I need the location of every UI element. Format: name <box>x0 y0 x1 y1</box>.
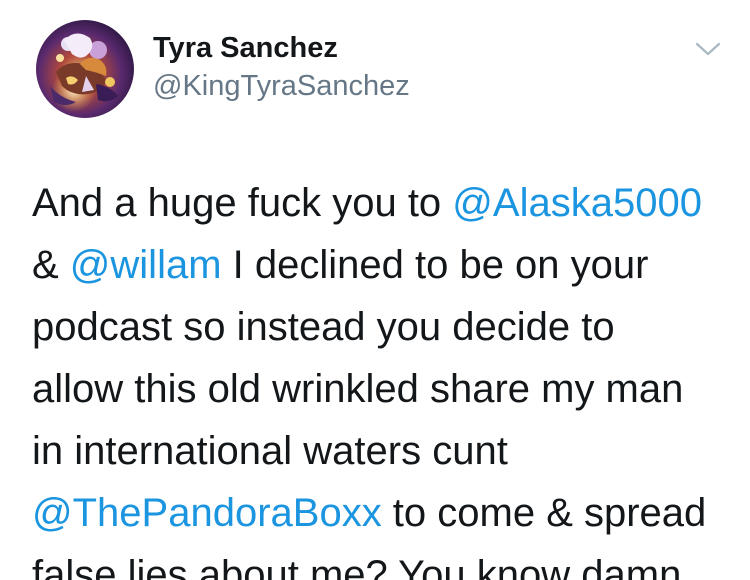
tweet-line: in international waters cunt <box>32 420 732 482</box>
mention-link[interactable]: @willam <box>70 243 222 287</box>
tweet-line: podcast so instead you decide to <box>32 296 732 358</box>
tweet-menu-button[interactable] <box>690 34 726 64</box>
tweet-text-segment: allow this old wrinkled share my man <box>32 367 684 411</box>
tweet-line: & @willam I declined to be on your <box>32 234 732 296</box>
tweet-text-segment: false lies about me? You know damn <box>32 553 682 580</box>
tweet-line: And a huge fuck you to @Alaska5000 <box>32 172 732 234</box>
mention-link[interactable]: @Alaska5000 <box>452 181 702 225</box>
mention-link[interactable]: @ThePandoraBoxx <box>32 491 382 535</box>
user-handle[interactable]: @KingTyraSanchez <box>153 68 410 104</box>
tweet-text-segment: & <box>32 243 70 287</box>
profile-illustration-icon <box>36 20 134 118</box>
tweet-text-segment: in international waters cunt <box>32 429 508 473</box>
user-avatar[interactable] <box>36 20 134 118</box>
display-name[interactable]: Tyra Sanchez <box>153 30 338 66</box>
tweet-text-segment: I declined to be on your <box>221 243 649 287</box>
tweet-text-segment: And a huge fuck you to <box>32 181 453 225</box>
chevron-down-icon <box>695 42 721 56</box>
tweet-text: And a huge fuck you to @Alaska5000 & @wil… <box>32 172 732 580</box>
tweet-line: false lies about me? You know damn <box>32 544 732 580</box>
tweet-card: Tyra Sanchez @KingTyraSanchez And a huge… <box>0 0 750 580</box>
tweet-text-segment: to come & spread <box>381 491 707 535</box>
tweet-line: allow this old wrinkled share my man <box>32 358 732 420</box>
tweet-line: @ThePandoraBoxx to come & spread <box>32 482 732 544</box>
tweet-text-segment: podcast so instead you decide to <box>32 305 615 349</box>
